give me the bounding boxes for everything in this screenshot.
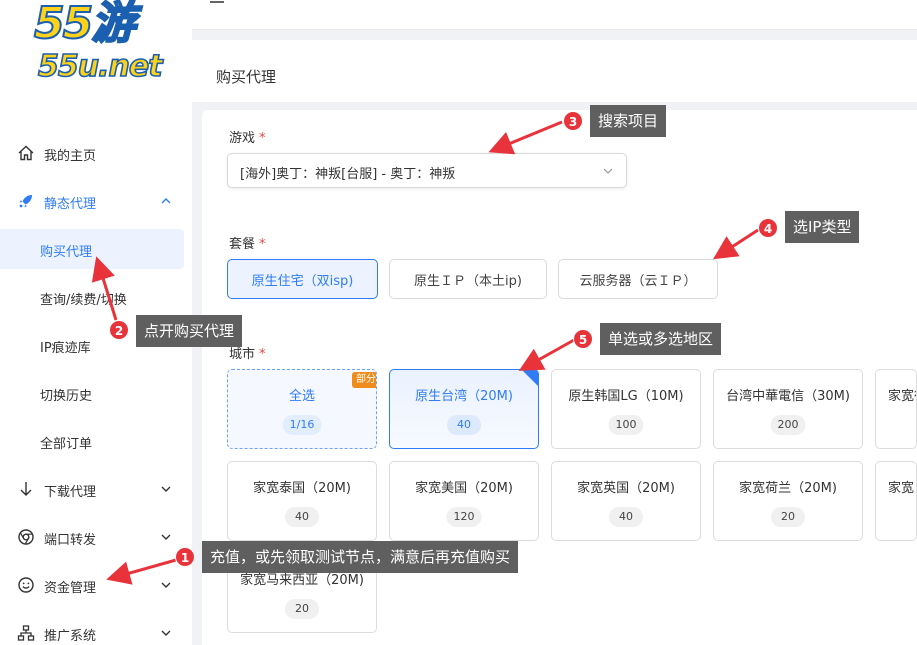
annotation-callout-5: 单选或多选地区 (600, 323, 722, 355)
city-option-usa[interactable]: 家宽美国（20M) 120 (389, 461, 539, 541)
city-name: 家宽美国（20M) (415, 481, 513, 496)
annotation-number-5: 5 (573, 329, 593, 349)
sidebar-item-funds[interactable]: 资金管理 (0, 565, 184, 605)
city-count: 120 (446, 507, 482, 527)
partial-badge: 部分 (352, 372, 376, 388)
city-name: 原生台湾（20M) (415, 389, 513, 404)
city-option-netherlands[interactable]: 家宽荷兰（20M) 20 (713, 461, 863, 541)
annotation-number-4: 4 (758, 218, 778, 238)
chevron-up-icon (161, 198, 171, 204)
download-icon (20, 482, 32, 496)
city-name: 家宽泰国（20M) (253, 481, 351, 496)
annotation-number-3: 3 (563, 111, 583, 131)
city-count: 40 (609, 507, 643, 527)
city-name: 家宽德国（20M) (888, 389, 916, 404)
selected-corner-mark (522, 370, 538, 386)
package-label-text: 套餐 (229, 237, 256, 252)
required-mark: * (259, 237, 266, 252)
annotation-callout-3: 搜索项目 (590, 105, 667, 137)
sidebar-item-port-forward[interactable]: 端口转发 (0, 517, 184, 557)
sidebar-item-label: 静态代理 (44, 197, 97, 212)
package-option-label: 云服务器（云ＩＰ） (579, 273, 697, 289)
city-count: 40 (285, 507, 319, 527)
city-option-taiwan[interactable]: 原生台湾（20M) 40 (389, 369, 539, 449)
network-icon (17, 625, 35, 641)
sidebar-item-static-proxy[interactable]: 静态代理 (0, 181, 184, 221)
package-option-label: 原生住宅（双isp) (251, 273, 354, 289)
city-count: 20 (771, 507, 805, 527)
logo-line1: 55游 (33, 0, 136, 49)
home-icon (18, 145, 34, 161)
logo-line2: 55u.net (37, 49, 163, 84)
sidebar-item-query-renew[interactable]: 查询/续费/切换 (0, 277, 184, 317)
annotation-number-1: 1 (175, 547, 195, 567)
city-name: 原生韩国LG（10M) (568, 389, 684, 404)
city-option-germany[interactable]: 家宽德国（20M) (875, 369, 917, 449)
sidebar-item-label: 购买代理 (40, 245, 93, 260)
chevron-down-icon (161, 582, 171, 588)
city-option-thailand[interactable]: 家宽泰国（20M) 40 (227, 461, 377, 541)
annotation-callout-4: 选IP类型 (785, 211, 860, 243)
city-count: 20 (285, 599, 319, 619)
game-field-label: 游戏 * (229, 127, 266, 146)
game-select-value: [海外]奥丁：神叛[台服] - 奥丁：神叛 (240, 167, 456, 182)
city-label-text: 城市 (229, 347, 256, 362)
package-field-label: 套餐 * (229, 233, 266, 252)
sidebar-item-all-orders[interactable]: 全部订单 (0, 421, 184, 461)
sidebar-item-label: 资金管理 (44, 581, 97, 596)
site-logo[interactable]: 55游 55u.net (33, 0, 163, 95)
sidebar-item-promotion[interactable]: 推广系统 (0, 613, 184, 645)
city-count: 100 (608, 415, 644, 435)
smile-icon (18, 577, 34, 593)
game-select[interactable]: [海外]奥丁：神叛[台服] - 奥丁：神叛 (227, 153, 627, 188)
chevron-down-icon (161, 486, 171, 492)
city-option-select-all[interactable]: 全选 1/16 部分 (227, 369, 377, 449)
sidebar-item-label: 下载代理 (44, 485, 97, 500)
chrome-icon (18, 529, 34, 545)
rocket-icon (19, 195, 32, 208)
page-title: 购买代理 (216, 68, 277, 86)
package-option-native-ip[interactable]: 原生ＩＰ（本土ip) (389, 259, 547, 299)
city-option-taiwan-cht[interactable]: 台湾中華電信（30M) 200 (713, 369, 863, 449)
city-count: 200 (770, 415, 806, 435)
sidebar-item-label: 推广系统 (44, 629, 97, 644)
page-header: 购买代理 (192, 40, 917, 102)
game-label-text: 游戏 (229, 131, 256, 146)
sidebar-item-switch-history[interactable]: 切换历史 (0, 373, 184, 413)
sidebar-item-home[interactable]: 我的主页 (0, 133, 184, 173)
menu-toggle-icon[interactable] (210, 0, 224, 4)
annotation-callout-2: 点开购买代理 (136, 315, 243, 347)
topbar (192, 0, 917, 30)
annotation-callout-1: 充值，或先领取测试节点，满意后再充值购买 (202, 541, 519, 573)
city-name: 家宽荷兰（20M) (739, 481, 837, 496)
chevron-down-icon (161, 630, 171, 636)
sidebar-item-label: 全部订单 (40, 437, 93, 452)
package-option-residential[interactable]: 原生住宅（双isp) (227, 259, 378, 299)
city-name: 家宽英国（20M) (577, 481, 675, 496)
sidebar-item-buy-proxy[interactable]: 购买代理 (0, 229, 184, 269)
city-count: 40 (447, 415, 481, 435)
sidebar-item-label: IP痕迹库 (40, 341, 91, 356)
city-option-uk[interactable]: 家宽英国（20M) 40 (551, 461, 701, 541)
package-option-cloud-server[interactable]: 云服务器（云ＩＰ） (558, 259, 718, 299)
sidebar-item-label: 端口转发 (44, 533, 97, 548)
city-option-korea-lg[interactable]: 原生韩国LG（10M) 100 (551, 369, 701, 449)
city-name: 台湾中華電信（30M) (726, 389, 850, 404)
city-count: 1/16 (282, 415, 322, 435)
city-option-japan[interactable]: 家宽日本（20M) (875, 461, 917, 541)
required-mark: * (259, 131, 266, 146)
sidebar-item-download-proxy[interactable]: 下载代理 (0, 469, 184, 509)
sidebar-item-label: 我的主页 (44, 149, 97, 164)
required-mark: * (259, 347, 266, 362)
city-name: 家宽日本（20M) (888, 481, 916, 496)
sidebar-item-label: 查询/续费/切换 (40, 293, 127, 308)
chevron-down-icon (603, 168, 613, 174)
package-option-label: 原生ＩＰ（本土ip) (414, 273, 522, 289)
chevron-down-icon (161, 534, 171, 540)
sidebar-item-label: 切换历史 (40, 389, 93, 404)
annotation-number-2: 2 (109, 320, 129, 340)
